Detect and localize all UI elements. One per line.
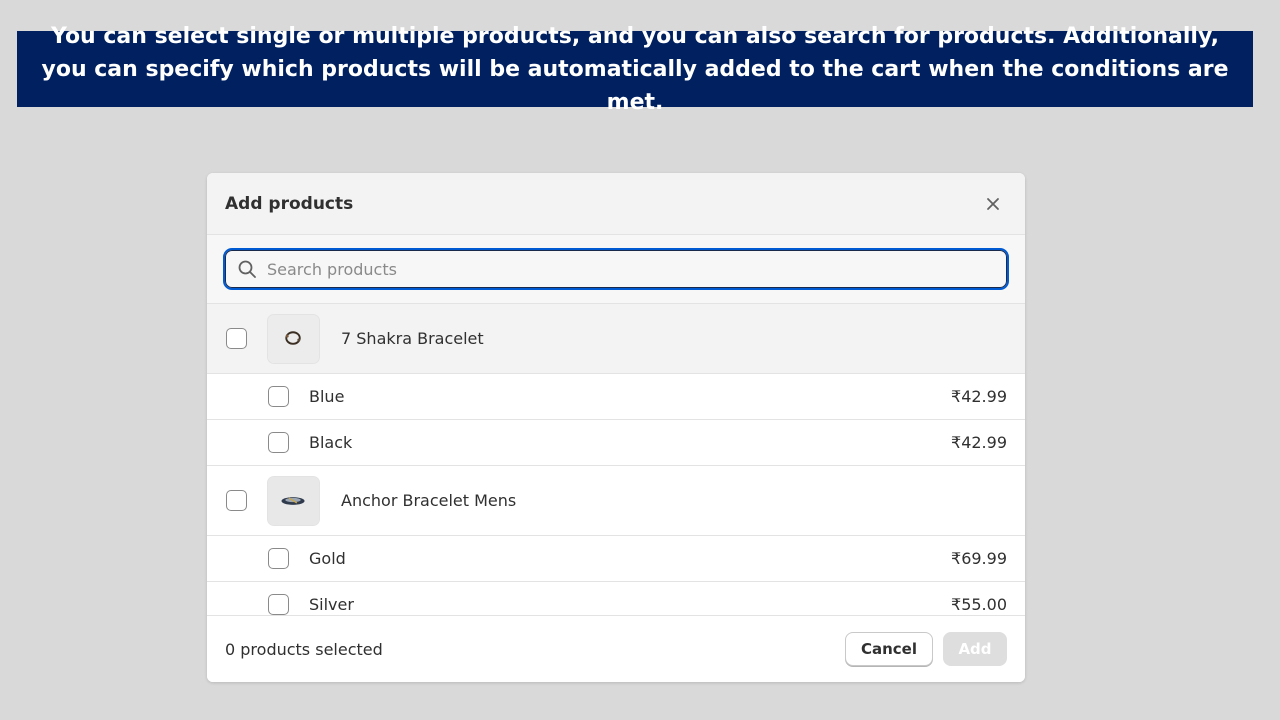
variant-row[interactable]: Black ₹42.99: [207, 420, 1025, 466]
product-checkbox[interactable]: [226, 328, 247, 349]
modal-footer: 0 products selected Cancel Add: [207, 615, 1025, 682]
bracelet-thumbnail: [267, 313, 320, 364]
variant-checkbox[interactable]: [268, 548, 289, 569]
variant-name: Blue: [309, 387, 345, 406]
variant-checkbox[interactable]: [268, 594, 289, 615]
variant-price: ₹55.00: [951, 595, 1007, 614]
search-icon: [238, 260, 256, 278]
add-button[interactable]: Add: [943, 632, 1007, 666]
variant-checkbox[interactable]: [268, 432, 289, 453]
modal-header: Add products: [207, 173, 1025, 235]
add-products-modal: Add products 7 Shakra: [207, 173, 1025, 682]
variant-row[interactable]: Gold ₹69.99: [207, 536, 1025, 582]
footer-actions: Cancel Add: [844, 632, 1007, 666]
close-icon[interactable]: [979, 190, 1007, 218]
variant-price: ₹42.99: [951, 387, 1007, 406]
product-row[interactable]: 7 Shakra Bracelet: [207, 304, 1025, 374]
instruction-banner: You can select single or multiple produc…: [17, 24, 1253, 115]
banner-text: You can select single or multiple produc…: [41, 23, 1229, 115]
modal-title: Add products: [225, 193, 354, 214]
variant-name: Gold: [309, 549, 346, 568]
product-checkbox[interactable]: [226, 490, 247, 511]
product-list: 7 Shakra Bracelet Blue ₹42.99 Black ₹42.…: [207, 304, 1025, 615]
search-section: [207, 235, 1025, 304]
variant-row[interactable]: Silver ₹55.00: [207, 582, 1025, 615]
product-row[interactable]: Anchor Bracelet Mens: [207, 466, 1025, 536]
cancel-button[interactable]: Cancel: [844, 632, 933, 666]
variant-price: ₹42.99: [951, 433, 1007, 452]
search-input[interactable]: [267, 259, 995, 279]
product-name: 7 Shakra Bracelet: [341, 329, 484, 348]
anchor-bracelet-thumbnail: [267, 475, 320, 526]
variant-checkbox[interactable]: [268, 386, 289, 407]
product-name: Anchor Bracelet Mens: [341, 491, 517, 510]
selected-count: 0 products selected: [225, 639, 383, 659]
variant-name: Black: [309, 433, 353, 452]
variant-price: ₹69.99: [951, 549, 1007, 568]
variant-row[interactable]: Blue ₹42.99: [207, 374, 1025, 420]
search-field[interactable]: [223, 248, 1009, 290]
variant-name: Silver: [309, 595, 354, 614]
